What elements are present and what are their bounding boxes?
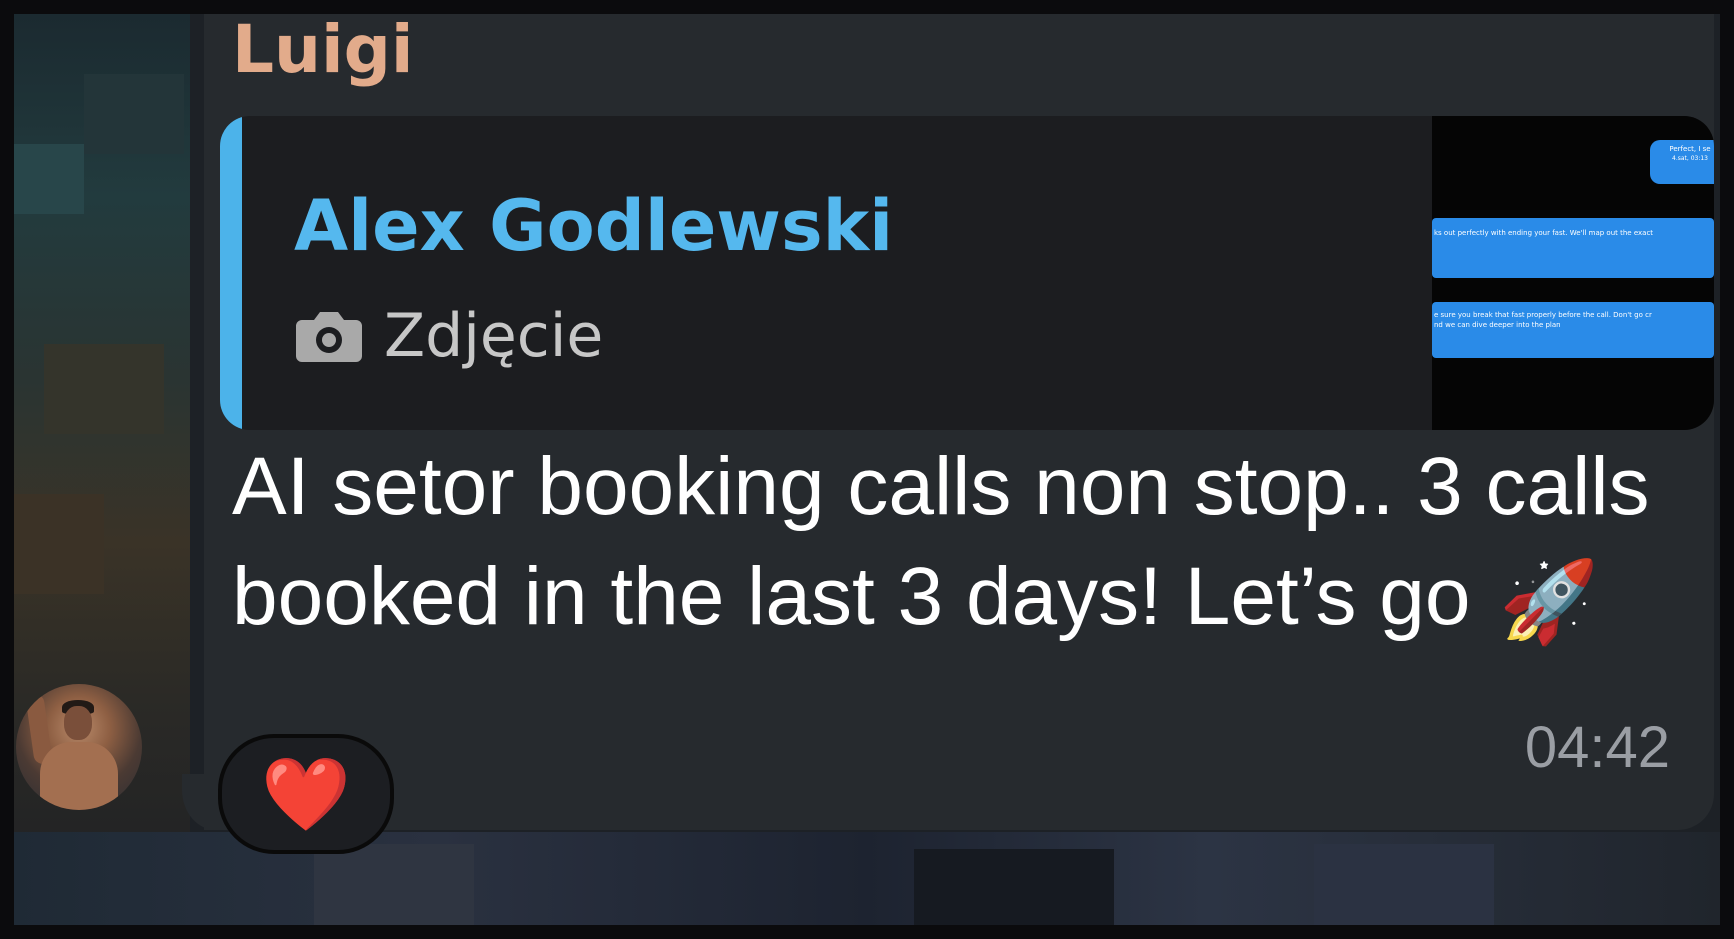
wallpaper-tile (14, 144, 84, 214)
heart-icon: ❤️ (261, 752, 351, 836)
thumbnail-bubble: Perfect, I se 4.sat, 03:13 (1650, 140, 1714, 184)
message-body: AI setor booking calls non stop.. 3 call… (232, 441, 1650, 642)
wallpaper-tile (914, 849, 1114, 925)
sender-name[interactable]: Luigi (232, 14, 414, 86)
reply-preview[interactable]: Alex Godlewski Zdjęcie Perfect, I se 4.s… (220, 116, 1714, 430)
thumbnail-bubble: ks out perfectly with ending your fast. … (1432, 218, 1714, 278)
reaction-button[interactable]: ❤️ (218, 734, 394, 854)
reply-thumbnail: Perfect, I se 4.sat, 03:13 ks out perfec… (1432, 116, 1714, 430)
rocket-emoji: 🚀 (1499, 557, 1599, 647)
wallpaper-tile (314, 844, 474, 925)
avatar-figure-torso (40, 742, 118, 810)
reply-kind-label: Zdjęcie (384, 301, 604, 371)
thumbnail-bubble-text: nd we can dive deeper into the plan (1434, 321, 1561, 329)
wallpaper-tile (14, 494, 104, 594)
thumbnail-bubble-subtext: 4.sat, 03:13 (1672, 155, 1708, 162)
message-timestamp: 04:42 (1524, 715, 1670, 780)
avatar-figure-head (64, 706, 92, 740)
wallpaper-tile (84, 74, 184, 154)
thumbnail-bubble-text: ks out perfectly with ending your fast. … (1434, 229, 1654, 237)
thumbnail-bubble-text: Perfect, I se (1669, 145, 1711, 153)
camera-icon (296, 312, 362, 362)
avatar[interactable] (16, 684, 142, 810)
message-text: AI setor booking calls non stop.. 3 call… (232, 432, 1672, 657)
wallpaper-tile (1314, 844, 1494, 925)
wallpaper-tile (44, 344, 164, 434)
thumbnail-bubble-text: e sure you break that fast properly befo… (1434, 311, 1652, 319)
reply-author: Alex Godlewski (294, 185, 894, 267)
thumbnail-bubble: e sure you break that fast properly befo… (1432, 302, 1714, 358)
reply-attachment-type: Zdjęcie (294, 296, 603, 376)
reply-accent-bar (220, 116, 242, 430)
chat-frame: Luigi Alex Godlewski Zdjęcie Perfect, I … (14, 14, 1720, 925)
